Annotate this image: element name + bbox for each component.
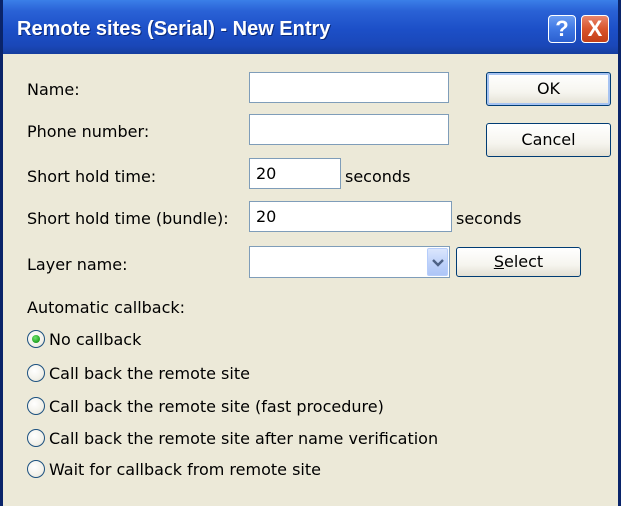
radio-button[interactable]: [27, 460, 45, 478]
layer-name-label: Layer name:: [27, 255, 128, 274]
ok-button-label: OK: [536, 79, 561, 98]
close-icon: X: [587, 16, 603, 41]
title-bar[interactable]: Remote sites (Serial) - New Entry ? X: [3, 0, 618, 54]
short-hold-bundle-label: Short hold time (bundle):: [27, 209, 229, 228]
radio-option-call-back[interactable]: Call back the remote site: [27, 362, 250, 384]
ok-button[interactable]: OK: [486, 72, 611, 106]
question-mark-icon: ?: [555, 16, 569, 41]
automatic-callback-label: Automatic callback:: [27, 298, 186, 317]
radio-label: Call back the remote site after name ver…: [49, 428, 439, 448]
chevron-down-icon: [432, 259, 444, 267]
short-hold-time-field[interactable]: [249, 158, 341, 189]
radio-button[interactable]: [27, 429, 45, 447]
radio-option-call-back-fast[interactable]: Call back the remote site (fast procedur…: [27, 395, 384, 417]
phone-number-field[interactable]: [249, 114, 449, 145]
radio-option-no-callback[interactable]: No callback: [27, 328, 141, 350]
short-hold-bundle-field[interactable]: [249, 201, 452, 232]
short-hold-bundle-unit: seconds: [456, 209, 522, 228]
radio-label: No callback: [49, 329, 142, 349]
radio-option-call-back-verify[interactable]: Call back the remote site after name ver…: [27, 427, 438, 449]
cancel-button-label: Cancel: [521, 130, 576, 149]
help-button[interactable]: ?: [548, 15, 576, 43]
name-label: Name:: [27, 80, 80, 99]
select-button[interactable]: Select: [456, 247, 581, 277]
cancel-button[interactable]: Cancel: [486, 123, 611, 157]
radio-button[interactable]: [27, 397, 45, 415]
radio-button[interactable]: [27, 364, 45, 382]
radio-label: Call back the remote site: [49, 363, 250, 383]
window-title: Remote sites (Serial) - New Entry: [17, 18, 331, 40]
short-hold-time-label: Short hold time:: [27, 167, 157, 186]
radio-button-selected[interactable]: [27, 330, 45, 348]
radio-label: Wait for callback from remote site: [49, 459, 321, 479]
short-hold-time-unit: seconds: [345, 167, 411, 186]
close-button[interactable]: X: [581, 15, 609, 43]
layer-name-dropdown[interactable]: [249, 246, 450, 278]
dropdown-arrow-button[interactable]: [427, 248, 448, 276]
select-button-mnemonic: S: [493, 252, 504, 271]
select-button-label: elect: [503, 252, 544, 271]
name-field[interactable]: [249, 72, 449, 103]
radio-label: Call back the remote site (fast procedur…: [49, 396, 384, 416]
phone-number-label: Phone number:: [27, 122, 150, 141]
dialog-window: Remote sites (Serial) - New Entry ? X Na…: [0, 0, 621, 506]
radio-option-wait-for-callback[interactable]: Wait for callback from remote site: [27, 458, 321, 480]
